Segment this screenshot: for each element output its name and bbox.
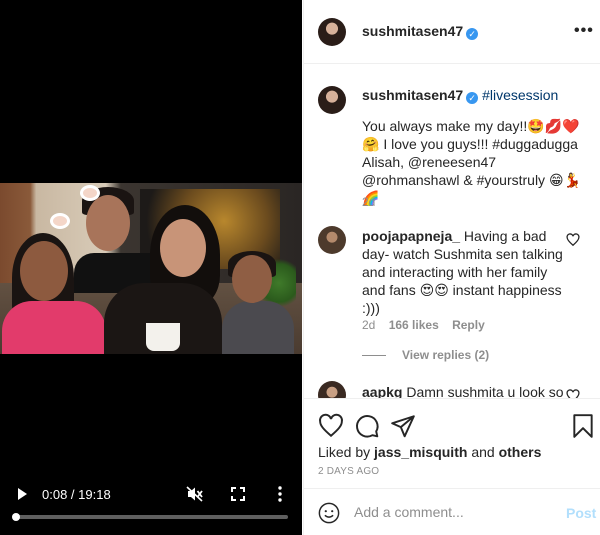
emoji-smiley-icon[interactable] (318, 502, 340, 524)
caption-text: You always make my day!!🤩💋❤️ 🤗 I love yo… (362, 118, 581, 206)
fullscreen-icon (231, 487, 245, 501)
video-progress-bar[interactable] (11, 513, 288, 521)
video-person-2-face (86, 195, 130, 251)
author-avatar[interactable] (318, 18, 346, 46)
comment-meta: 2d 166 likes Reply (362, 318, 495, 332)
bunny-ear-filter (80, 185, 100, 201)
author-username[interactable]: sushmitasen47 ✓ (362, 23, 479, 40)
caption-author-avatar[interactable] (318, 86, 346, 114)
video-person-4-top (222, 301, 294, 354)
liked-by-prefix: Liked by (318, 444, 371, 460)
caption-age[interactable]: 2d (362, 195, 375, 209)
comments-list[interactable]: sushmitasen47 ✓ #livesession You always m… (304, 65, 600, 398)
save-bookmark-icon[interactable] (570, 413, 596, 439)
comment-reply-button[interactable]: Reply (452, 318, 485, 332)
add-comment-input[interactable] (354, 501, 550, 523)
vertical-dots-icon (278, 486, 282, 502)
fullscreen-button[interactable] (228, 482, 248, 506)
video-controls: 0:08 / 19:18 (0, 482, 302, 506)
comment-age[interactable]: 2d (362, 318, 375, 332)
post-header: sushmitasen47 ✓ ••• (304, 0, 600, 64)
comment-body: poojapapneja_ Having a bad day- watch Su… (362, 227, 568, 317)
comment-text: Damn sushmita u look so (406, 384, 564, 398)
caption-hashtag-link[interactable]: #livesession (482, 87, 558, 103)
mute-button[interactable] (184, 482, 206, 506)
post-date[interactable]: 2 DAYS AGO (318, 466, 379, 477)
play-button[interactable] (12, 482, 32, 506)
post-details-panel: sushmitasen47 ✓ ••• sushmitasen47 ✓ #lives… (303, 0, 600, 535)
video-more-options-button[interactable] (270, 482, 290, 506)
post-actions: Liked by jass_misquith and others 2 DAYS… (304, 398, 600, 488)
caption-header: sushmitasen47 ✓ #livesession (362, 87, 558, 104)
liked-by-conjunction: and (471, 444, 495, 460)
comment-like-heart-icon[interactable] (566, 233, 580, 247)
liked-by-user-link[interactable]: jass_misquith (374, 444, 467, 460)
commenter-avatar[interactable] (318, 381, 346, 398)
comment-body: aapkg Damn sushmita u look so (362, 383, 572, 398)
video-player[interactable]: 0:08 / 19:18 (0, 0, 302, 535)
time-readout: 0:08 / 19:18 (42, 486, 111, 502)
volume-muted-icon (186, 486, 203, 502)
play-icon (18, 488, 27, 500)
commenter-avatar[interactable] (318, 226, 346, 254)
commenter-username[interactable]: aapkg (362, 384, 402, 398)
like-heart-icon[interactable] (318, 413, 344, 439)
caption-username[interactable]: sushmitasen47 (362, 87, 463, 103)
video-person-4-face (232, 255, 272, 303)
video-person-1-shirt (2, 301, 106, 354)
bunny-ear-filter (50, 213, 70, 229)
comment-like-heart-icon[interactable] (566, 389, 580, 398)
post-comment-button[interactable]: Post (566, 505, 596, 521)
verified-badge-icon: ✓ (466, 92, 479, 104)
liked-by-others-link[interactable]: others (499, 444, 542, 460)
commenter-username[interactable]: poojapapneja_ (362, 228, 460, 244)
add-comment-bar: Post (304, 488, 600, 535)
video-person-3-face (160, 219, 206, 277)
video-progress-handle[interactable] (11, 513, 20, 521)
video-person-1-face (20, 241, 68, 301)
comment-bubble-icon[interactable] (354, 413, 380, 439)
share-paper-plane-icon[interactable] (390, 413, 416, 439)
post-more-options-icon[interactable]: ••• (574, 22, 594, 40)
verified-badge-icon: ✓ (466, 28, 479, 40)
comment-likes-count[interactable]: 166 likes (389, 318, 439, 332)
video-frame[interactable] (0, 183, 302, 354)
video-mug (146, 323, 180, 351)
author-username-text[interactable]: sushmitasen47 (362, 23, 463, 39)
view-replies-button[interactable]: View replies (2) (362, 348, 489, 362)
liked-by-line: Liked by jass_misquith and others (318, 444, 541, 460)
